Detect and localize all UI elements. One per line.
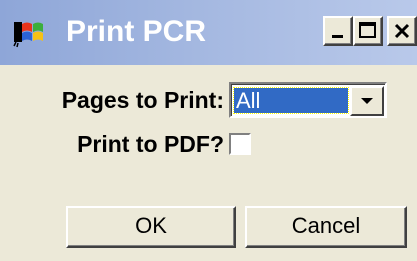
window-title: Print PCR <box>66 15 207 48</box>
close-button[interactable] <box>387 16 417 46</box>
select-frame: All <box>231 84 385 116</box>
print-to-pdf-checkbox[interactable] <box>229 133 251 155</box>
pages-to-print-value: All <box>233 87 349 114</box>
minimize-icon <box>332 35 343 38</box>
ok-button[interactable]: OK <box>66 206 236 248</box>
close-icon <box>394 23 410 39</box>
print-to-pdf-label: Print to PDF? <box>77 131 224 157</box>
pages-to-print-label: Pages to Print: <box>61 87 224 113</box>
windows-flag-icon <box>12 16 46 48</box>
minimize-button[interactable] <box>323 16 353 46</box>
cancel-button[interactable]: Cancel <box>245 206 407 248</box>
dropdown-button[interactable] <box>350 86 384 116</box>
maximize-icon <box>359 22 376 38</box>
chevron-down-icon <box>361 98 373 104</box>
pages-to-print-select[interactable]: All <box>229 82 387 118</box>
title-bar[interactable]: Print PCR <box>0 0 417 65</box>
maximize-button[interactable] <box>353 16 383 46</box>
